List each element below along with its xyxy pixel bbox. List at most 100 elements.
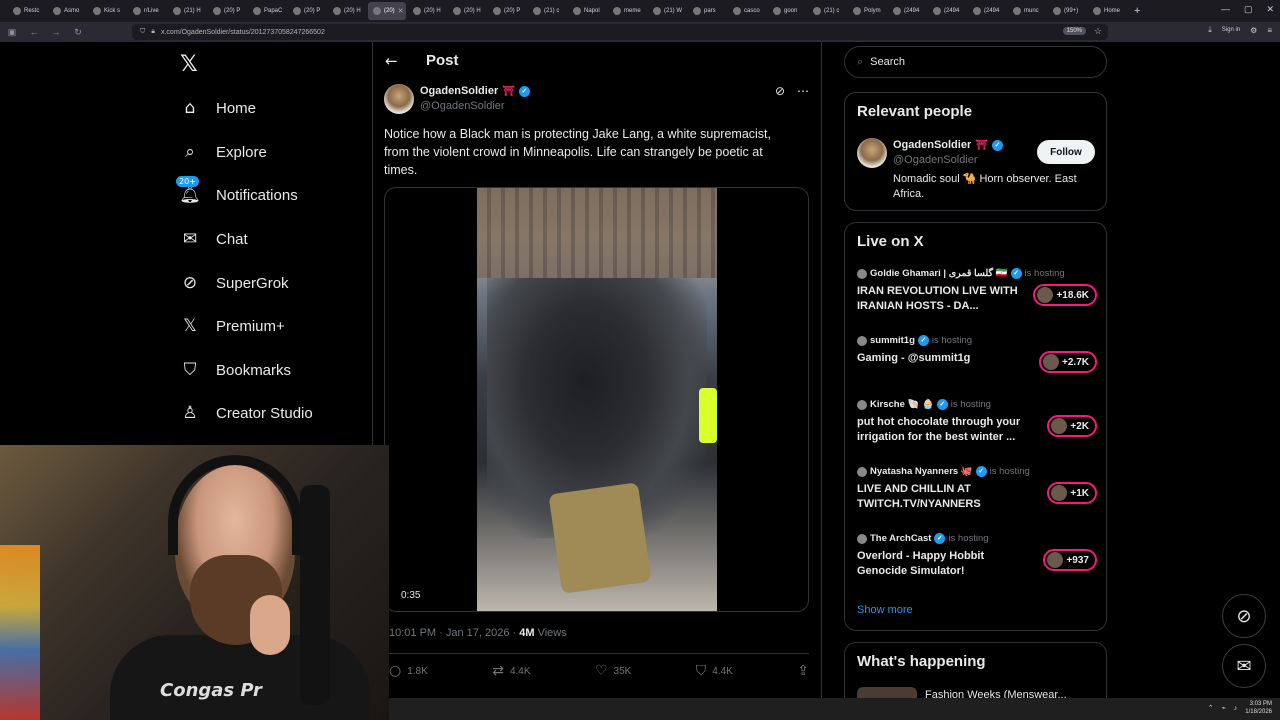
browser-tab[interactable]: (20) H bbox=[328, 2, 366, 20]
browser-tab[interactable]: Restc bbox=[8, 2, 46, 20]
search-input[interactable]: ⌕ Search bbox=[844, 46, 1107, 78]
listener-count-pill[interactable]: +937 bbox=[1043, 549, 1097, 571]
network-icon[interactable]: ⌁ bbox=[1222, 704, 1226, 712]
browser-tab[interactable]: meme bbox=[608, 2, 646, 20]
relevant-person-name[interactable]: OgadenSoldier ⛩ ✓ bbox=[893, 139, 1003, 151]
author-display-name: OgadenSoldier bbox=[420, 85, 499, 97]
sign-in-button[interactable]: Sign in bbox=[1222, 27, 1240, 33]
tab-close-icon[interactable]: ✕ bbox=[398, 7, 404, 15]
tab-label: (20) bbox=[384, 8, 395, 14]
close-icon[interactable]: ✕ bbox=[1266, 4, 1274, 15]
browser-tab[interactable]: pars bbox=[688, 2, 726, 20]
browser-tab[interactable]: Napol bbox=[568, 2, 606, 20]
browser-tab[interactable]: (20) P bbox=[488, 2, 526, 20]
zoom-level[interactable]: 150% bbox=[1062, 27, 1086, 35]
browser-tab[interactable]: PapaC bbox=[248, 2, 286, 20]
new-tab-icon[interactable]: + bbox=[1128, 5, 1146, 17]
notification-badge: 20+ bbox=[176, 176, 199, 187]
live-title: Gaming - @summit1g bbox=[857, 352, 971, 364]
author-handle[interactable]: @OgadenSoldier bbox=[420, 100, 505, 112]
more-icon[interactable]: ⋯ bbox=[797, 84, 809, 98]
nav-notifications[interactable]: 🔔︎ 20+ Notifications bbox=[176, 176, 298, 210]
browser-tab[interactable]: Asmo bbox=[48, 2, 86, 20]
browser-tab[interactable]: goon bbox=[768, 2, 806, 20]
grok-fab-button[interactable]: ⊘ bbox=[1222, 594, 1266, 638]
url-bar[interactable]: ⛉ 🔒︎ x.com/OgadenSoldier/status/20127370… bbox=[132, 24, 1108, 40]
back-arrow-icon[interactable]: ← bbox=[385, 52, 398, 70]
browser-tab[interactable]: (21) c bbox=[808, 2, 846, 20]
show-more-link[interactable]: Show more bbox=[857, 604, 913, 616]
browser-tab[interactable]: Home bbox=[1088, 2, 1126, 20]
tab-favicon-icon bbox=[453, 7, 461, 15]
nav-chat[interactable]: ✉ Chat bbox=[180, 224, 248, 254]
sidebar-toggle-icon[interactable]: ▣ bbox=[6, 27, 18, 38]
browser-tab[interactable]: (21) W bbox=[648, 2, 686, 20]
video-player[interactable]: 0:35 bbox=[384, 187, 809, 612]
browser-tab[interactable]: casco bbox=[728, 2, 766, 20]
relevant-people-card: Relevant people OgadenSoldier ⛩ ✓ @Ogade… bbox=[844, 92, 1107, 211]
back-icon[interactable]: ← bbox=[28, 27, 40, 37]
microphone-icon bbox=[300, 485, 330, 705]
hosting-label: is hosting bbox=[948, 533, 989, 544]
taskbar-clock[interactable]: 3:03 PM 1/18/2026 bbox=[1245, 700, 1272, 716]
browser-tab[interactable]: (20) P bbox=[208, 2, 246, 20]
repost-button[interactable]: ⇄ 4.4K bbox=[492, 663, 530, 679]
grok-icon[interactable]: ⊘ bbox=[775, 84, 785, 98]
browser-tab[interactable]: (21) c bbox=[528, 2, 566, 20]
tab-favicon-icon bbox=[493, 7, 501, 15]
minimize-icon[interactable]: — bbox=[1221, 4, 1230, 15]
nav-explore[interactable]: ⌕ Explore bbox=[180, 137, 267, 167]
browser-tab[interactable]: Polym bbox=[848, 2, 886, 20]
nav-creator-studio[interactable]: ♙ Creator Studio bbox=[180, 398, 312, 428]
tab-favicon-icon bbox=[1093, 7, 1101, 15]
messages-fab-button[interactable]: ✉ bbox=[1222, 644, 1266, 688]
follow-button[interactable]: Follow bbox=[1037, 140, 1095, 164]
reply-button[interactable]: ○ 1.8K bbox=[389, 663, 428, 679]
browser-tab[interactable]: (2494 bbox=[928, 2, 966, 20]
browser-tab[interactable]: (99+) bbox=[1048, 2, 1086, 20]
browser-tab[interactable]: (20) H bbox=[408, 2, 446, 20]
live-title: put hot chocolate through your irrigatio… bbox=[857, 416, 1021, 443]
share-button[interactable]: ⇪ bbox=[797, 663, 809, 679]
post-column: ← Post OgadenSoldier ⛩ ✓ @OgadenSoldier … bbox=[373, 42, 821, 698]
browser-tab[interactable]: Kick s bbox=[88, 2, 126, 20]
bookmark-star-icon[interactable]: ☆ bbox=[1094, 26, 1102, 37]
browser-tab[interactable]: (21) H bbox=[168, 2, 206, 20]
avatar[interactable] bbox=[384, 84, 414, 114]
forward-icon[interactable]: → bbox=[50, 27, 62, 37]
author-name[interactable]: OgadenSoldier ⛩ ✓ bbox=[420, 85, 530, 97]
timestamp-text[interactable]: 10:01 PM · Jan 17, 2026 · bbox=[389, 627, 519, 639]
extensions-icon[interactable]: ⚙ bbox=[1250, 26, 1257, 35]
headset-icon bbox=[168, 455, 302, 555]
browser-tab[interactable]: (20) ✕ bbox=[368, 2, 406, 20]
like-button[interactable]: ♡ 35K bbox=[595, 663, 631, 679]
nav-bookmarks[interactable]: ⛉ Bookmarks bbox=[180, 355, 291, 385]
browser-tab[interactable]: r/Live bbox=[128, 2, 166, 20]
tab-label: PapaC bbox=[264, 8, 283, 14]
menu-icon[interactable]: ≡ bbox=[1267, 26, 1272, 35]
nav-premium[interactable]: 𝕏 Premium+ bbox=[180, 311, 285, 341]
tab-favicon-icon bbox=[213, 7, 221, 15]
browser-tab[interactable]: munc bbox=[1008, 2, 1046, 20]
browser-tab[interactable]: (2494 bbox=[888, 2, 926, 20]
browser-tab[interactable]: (2494 bbox=[968, 2, 1006, 20]
maximize-icon[interactable]: ▢ bbox=[1244, 4, 1253, 15]
x-logo[interactable]: 𝕏 bbox=[180, 52, 198, 77]
volume-icon[interactable]: ♪ bbox=[1234, 705, 1238, 712]
relevant-person-handle[interactable]: @OgadenSoldier bbox=[893, 154, 978, 166]
bookmark-button[interactable]: ⛉ 4.4K bbox=[696, 663, 733, 679]
tray-chevron-icon[interactable]: ⌃ bbox=[1208, 704, 1214, 712]
relevant-person-bio: Nomadic soul 🐪 Horn observer. East Afric… bbox=[893, 173, 1077, 200]
download-icon[interactable]: ⤓ bbox=[1208, 25, 1212, 35]
listener-count-pill[interactable]: +2.7K bbox=[1039, 351, 1097, 373]
avatar[interactable] bbox=[857, 138, 887, 168]
listener-count-pill[interactable]: +1K bbox=[1047, 482, 1097, 504]
reload-icon[interactable]: ↻ bbox=[72, 27, 84, 38]
browser-tab[interactable]: (20) H bbox=[448, 2, 486, 20]
live-host: The ArchCast ✓ is hosting bbox=[857, 533, 989, 544]
nav-home[interactable]: ⌂ Home bbox=[180, 93, 256, 123]
nav-supergrok[interactable]: ⊘ SuperGrok bbox=[180, 268, 289, 298]
listener-count-pill[interactable]: +2K bbox=[1047, 415, 1097, 437]
browser-tab[interactable]: (20) P bbox=[288, 2, 326, 20]
listener-count-pill[interactable]: +18.6K bbox=[1033, 284, 1097, 306]
